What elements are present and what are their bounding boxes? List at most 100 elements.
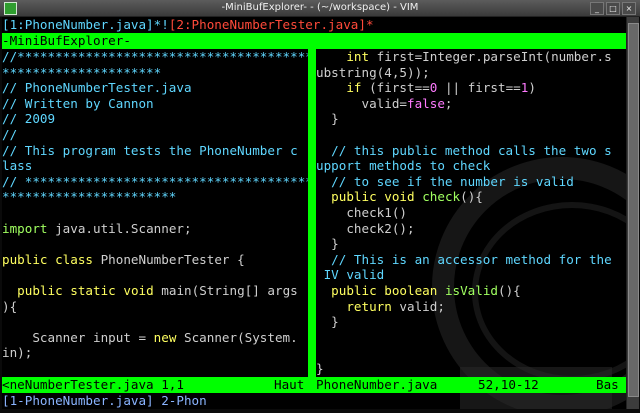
code-token: // PhoneNumberTester.java bbox=[2, 80, 192, 96]
editor-pane-left[interactable]: //**************************************… bbox=[2, 49, 308, 377]
code-token: PhoneNumberTester { bbox=[93, 251, 245, 267]
code-token: return bbox=[346, 298, 392, 314]
window-title: -MiniBufExplorer- - (~/workspace) - VIM bbox=[221, 2, 419, 13]
code-line: } bbox=[316, 236, 626, 252]
code-token: new bbox=[153, 329, 177, 345]
code-token: // 2009 bbox=[2, 111, 56, 127]
code-line: if (first==0 || first==1) bbox=[316, 80, 626, 96]
code-token: int bbox=[346, 49, 370, 64]
code-line: public void check(){ bbox=[316, 189, 626, 205]
code-token: } bbox=[316, 360, 324, 376]
terminal-scrollbar[interactable] bbox=[626, 17, 639, 409]
status-right-percent: Bas bbox=[596, 377, 619, 392]
code-line: ubstring(4,5)); bbox=[316, 65, 626, 81]
code-line: // *************************************… bbox=[2, 174, 308, 190]
code-token: // This program tests the PhoneNumber c bbox=[2, 142, 298, 158]
code-token: void bbox=[123, 282, 154, 298]
close-button[interactable]: × bbox=[622, 2, 636, 15]
code-token: } bbox=[316, 236, 339, 252]
code-token: public bbox=[331, 189, 377, 205]
code-token: // to see if the number is valid bbox=[316, 173, 574, 189]
code-token: java.util.Scanner; bbox=[47, 220, 192, 236]
window-titlebar: -MiniBufExplorer- - (~/workspace) - VIM … bbox=[0, 0, 640, 17]
code-token: check1() bbox=[316, 204, 407, 220]
code-token: boolean bbox=[384, 282, 438, 298]
code-token: public bbox=[17, 282, 63, 298]
code-line: //**************************************… bbox=[2, 49, 308, 65]
editor-pane-right[interactable]: int first=Integer.parseInt(number.s ubstr… bbox=[316, 49, 626, 377]
code-token: Scanner input = bbox=[2, 329, 154, 345]
command-line[interactable]: [1-PhoneNumber.java] 2-Phon bbox=[2, 393, 207, 409]
scrollbar-thumb[interactable] bbox=[628, 23, 639, 397]
code-token: IV valid bbox=[316, 267, 385, 283]
code-token: (){ bbox=[498, 282, 521, 298]
code-token: upport methods to check bbox=[316, 158, 491, 174]
status-line: <neNumberTester.java 1,1 Haut PhoneNumbe… bbox=[2, 377, 626, 393]
code-token: isValid bbox=[444, 282, 499, 298]
code-line: } bbox=[316, 314, 626, 330]
code-token: public bbox=[331, 282, 377, 298]
code-line: // bbox=[2, 127, 308, 143]
code-line: // This program tests the PhoneNumber c bbox=[2, 143, 308, 159]
code-token: check2(); bbox=[316, 220, 415, 236]
code-token: Scanner(System. bbox=[176, 329, 298, 345]
code-token: in); bbox=[2, 345, 33, 361]
code-line: *********************** bbox=[2, 189, 308, 205]
code-line: return valid; bbox=[316, 299, 626, 315]
code-line: lass bbox=[2, 158, 308, 174]
code-token: ) bbox=[528, 80, 536, 96]
code-line: upport methods to check bbox=[316, 158, 626, 174]
status-right-file: PhoneNumber.java bbox=[316, 377, 438, 392]
code-line: public boolean isValid(){ bbox=[316, 283, 626, 299]
code-token: valid; bbox=[391, 298, 445, 314]
code-token: // This is an accessor method for the bbox=[316, 251, 612, 267]
code-token: check bbox=[422, 189, 461, 205]
code-token: *********************** bbox=[2, 189, 177, 205]
code-token: import bbox=[2, 220, 48, 236]
code-line: // this public method calls the two s bbox=[316, 143, 626, 159]
code-token: (first== bbox=[361, 80, 430, 96]
code-line: import java.util.Scanner; bbox=[2, 221, 308, 237]
status-right-cursor: 52,10-12 bbox=[478, 377, 539, 392]
code-token: if bbox=[346, 80, 362, 96]
code-token: lass bbox=[2, 158, 33, 174]
code-line: ){ bbox=[2, 299, 308, 315]
code-line: in); bbox=[2, 345, 308, 361]
code-token: static bbox=[70, 282, 116, 298]
vim-terminal[interactable]: [1:PhoneNumber.java]*![2:PhoneNumberTest… bbox=[2, 17, 626, 409]
code-line: } bbox=[316, 111, 626, 127]
code-token: // Written by Cannon bbox=[2, 95, 154, 111]
buffer-tab-phonenumbertester[interactable]: [2:PhoneNumberTester.java]* bbox=[169, 17, 374, 32]
code-token: ){ bbox=[2, 298, 18, 314]
minimize-button[interactable]: _ bbox=[590, 2, 604, 15]
code-token: ********************* bbox=[2, 64, 162, 80]
vertical-split-divider[interactable] bbox=[308, 49, 316, 377]
code-token: // bbox=[2, 126, 18, 142]
status-left-position: Haut bbox=[274, 377, 305, 392]
code-line: Scanner input = new Scanner(System. bbox=[2, 330, 308, 346]
code-token: (){ bbox=[460, 189, 483, 205]
maximize-button[interactable]: □ bbox=[606, 2, 620, 15]
code-line: // to see if the number is valid bbox=[316, 174, 626, 190]
code-line: public static void main(String[] args bbox=[2, 283, 308, 299]
minibuf-buffer-list: [1:PhoneNumber.java]*![2:PhoneNumberTest… bbox=[2, 17, 626, 33]
code-line: check2(); bbox=[316, 221, 626, 237]
code-token: // *************************************… bbox=[2, 173, 308, 189]
minibuf-explorer-title: -MiniBufExplorer- bbox=[2, 33, 626, 49]
code-token: valid= bbox=[316, 95, 407, 111]
code-token: } bbox=[316, 111, 339, 127]
code-token: public bbox=[2, 251, 48, 267]
code-line: check1() bbox=[316, 205, 626, 221]
code-token: || first== bbox=[437, 80, 521, 96]
window-controls: _ □ × bbox=[590, 2, 636, 15]
buffer-tab-phonenumber[interactable]: [1:PhoneNumber.java]*! bbox=[2, 17, 169, 32]
